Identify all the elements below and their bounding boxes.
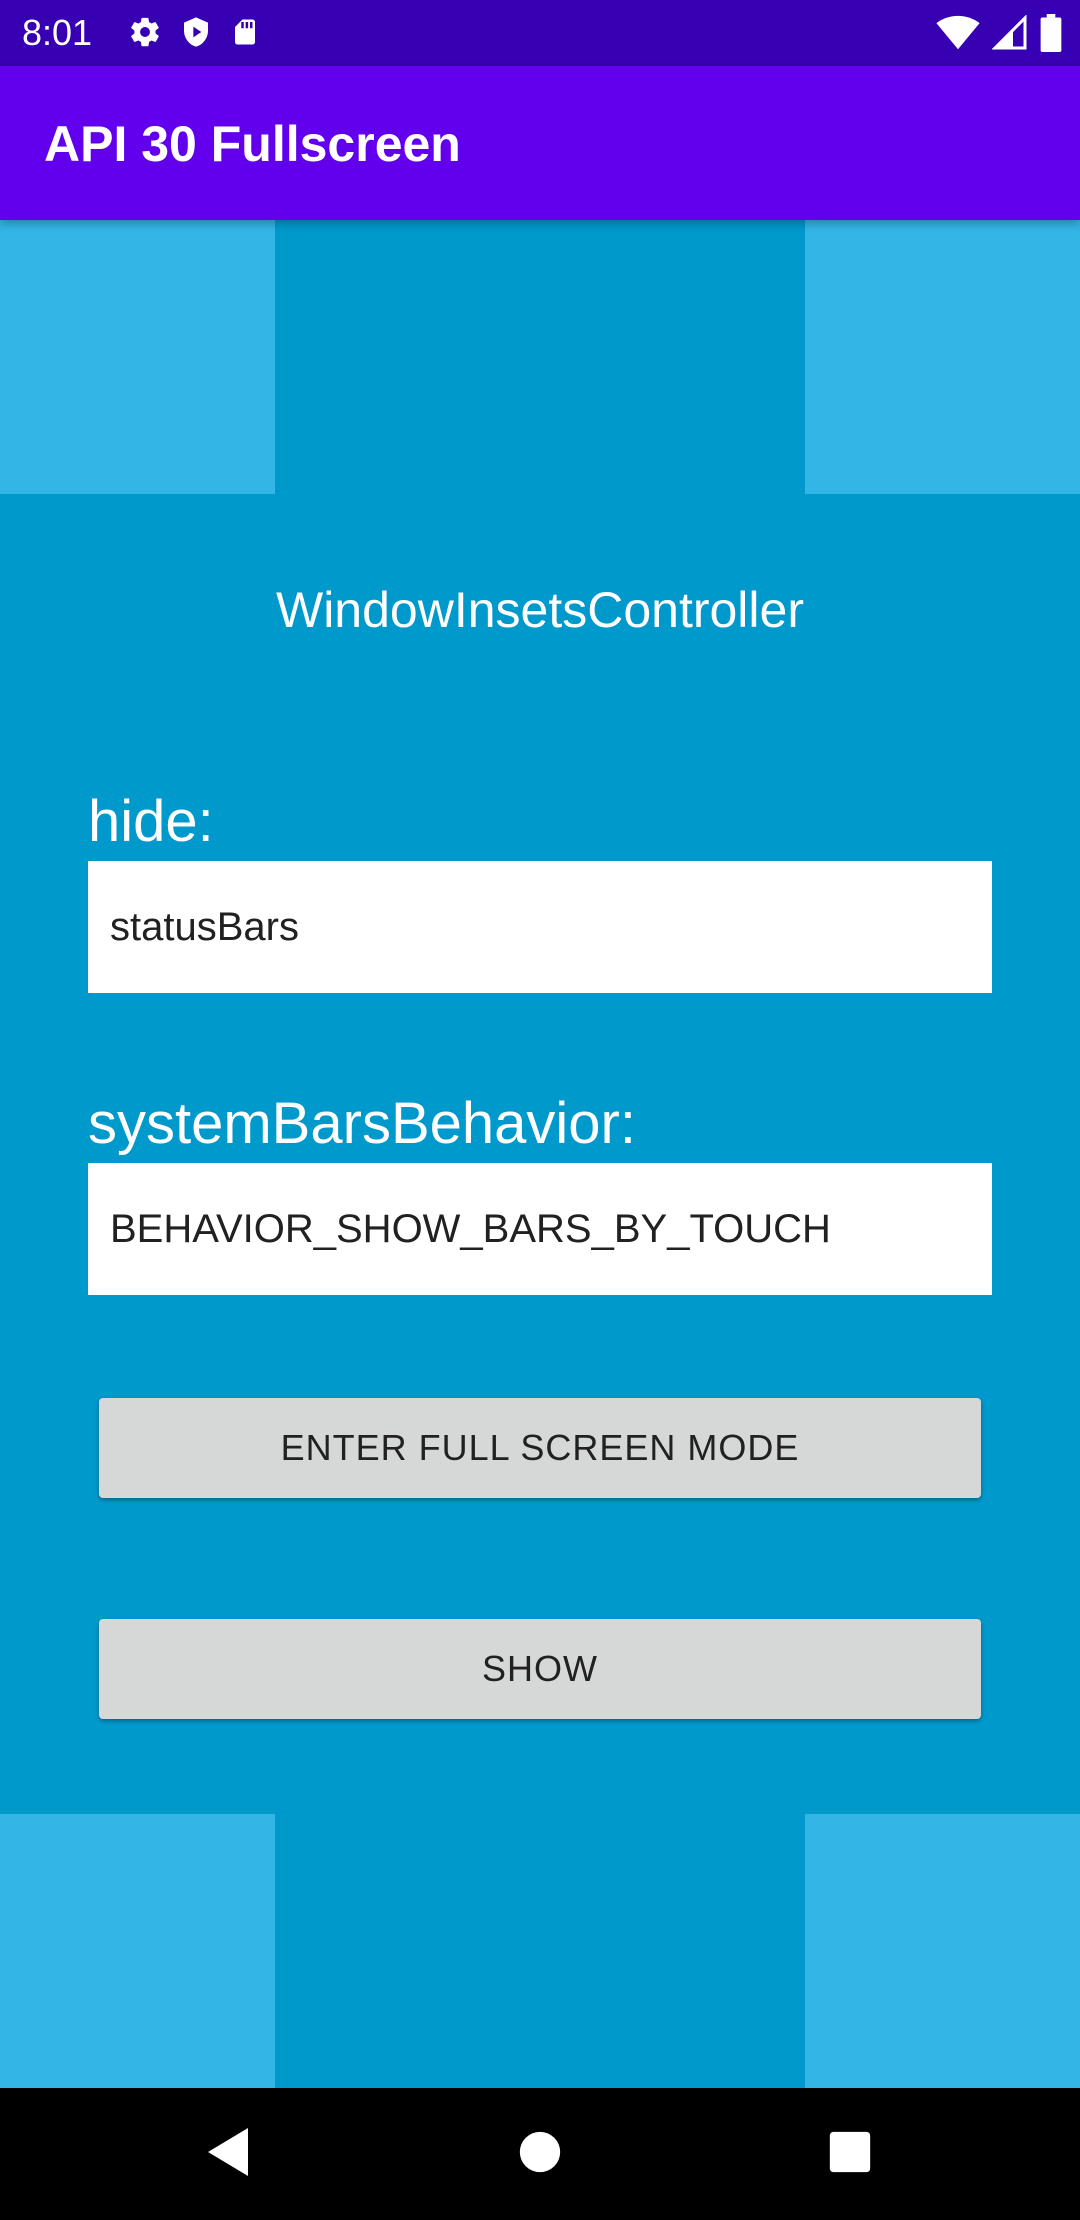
sd-card-icon: [230, 15, 260, 54]
main-content: WindowInsetsController hide: statusBars …: [0, 220, 1080, 2088]
status-bar: 8:01: [0, 0, 1080, 66]
cell-signal-icon: [991, 14, 1028, 56]
show-button[interactable]: SHOW: [99, 1619, 981, 1719]
navigation-bar: [0, 2088, 1080, 2220]
system-bars-behavior-label: systemBarsBehavior:: [88, 1091, 636, 1156]
status-time: 8:01: [22, 12, 93, 53]
corner-block-top-right: [805, 220, 1080, 494]
corner-block-bottom-right: [805, 1814, 1080, 2088]
app-bar: API 30 Fullscreen: [0, 66, 1080, 220]
corner-block-top-left: [0, 220, 275, 494]
home-icon: [518, 2130, 562, 2179]
hide-label: hide:: [88, 789, 214, 854]
recents-icon: [828, 2130, 872, 2179]
gear-icon: [128, 15, 162, 54]
system-bars-behavior-field[interactable]: BEHAVIOR_SHOW_BARS_BY_TOUCH: [88, 1163, 992, 1295]
hide-field[interactable]: statusBars: [88, 861, 992, 993]
app-title: API 30 Fullscreen: [44, 116, 461, 172]
status-icons-right: [936, 14, 1062, 57]
recents-button[interactable]: [814, 2118, 886, 2190]
section-heading: WindowInsetsController: [276, 582, 804, 638]
back-icon: [204, 2126, 252, 2183]
status-icons-left: [128, 15, 260, 54]
battery-icon: [1040, 14, 1062, 57]
wifi-icon: [936, 15, 980, 56]
corner-block-bottom-left: [0, 1814, 275, 2088]
shield-icon: [180, 15, 212, 54]
enter-full-screen-button[interactable]: ENTER FULL SCREEN MODE: [99, 1398, 981, 1498]
home-button[interactable]: [504, 2118, 576, 2190]
back-button[interactable]: [192, 2118, 264, 2190]
